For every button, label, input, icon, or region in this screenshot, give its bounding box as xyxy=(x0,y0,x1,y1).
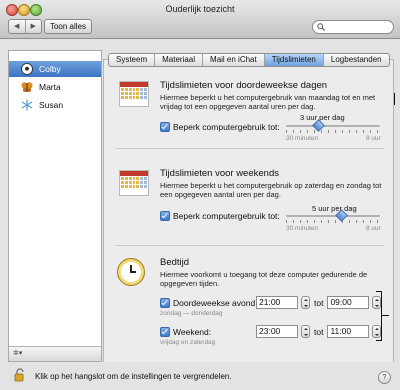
section-divider xyxy=(116,245,384,246)
weekday-bedtime-checkbox[interactable] xyxy=(160,298,170,308)
weekend-description-2: een opgegeven aantal uren per dag. xyxy=(160,190,281,199)
tot-label: tot xyxy=(314,326,324,337)
window-title: Ouderlijk toezicht xyxy=(165,4,235,14)
tot-label: tot xyxy=(314,297,324,308)
preferences-window: Ouderlijk toezicht ◀ ▶ Toon alles Colby … xyxy=(0,0,400,390)
user-name: Marta xyxy=(39,82,61,92)
callout-line xyxy=(381,315,389,316)
bracket-callout xyxy=(376,291,382,341)
weekday-limit-slider[interactable] xyxy=(286,119,380,133)
user-item-marta[interactable]: Marta xyxy=(9,79,101,95)
search-icon xyxy=(317,23,325,31)
tab-materiaal[interactable]: Materiaal xyxy=(155,54,204,66)
weekend-limit-label: Beperk computergebruik tot: xyxy=(173,211,280,221)
user-item-colby[interactable]: Colby xyxy=(9,61,101,77)
butterfly-icon xyxy=(21,81,33,93)
weekend-limit-row: Beperk computergebruik tot: xyxy=(160,211,280,221)
bedtime-description-1: Hiermee voorkomt u toegang tot deze comp… xyxy=(160,270,368,279)
user-name: Colby xyxy=(39,64,61,74)
help-button[interactable]: ? xyxy=(378,371,391,384)
weekday-bedtime-sub: zondag — donderdag xyxy=(160,310,223,317)
title-bar: Ouderlijk toezicht ◀ ▶ Toon alles xyxy=(0,0,400,39)
weekend-slider-min: 30 minuten xyxy=(286,225,319,232)
weekday-description-1: Hiermee beperkt u het computergebruik va… xyxy=(160,93,376,102)
lock-message: Klik op het hangslot om de instellingen … xyxy=(35,372,232,381)
user-item-susan[interactable]: Susan xyxy=(9,97,101,113)
gear-menu-button[interactable]: ✲▾ xyxy=(13,349,27,358)
clock-icon xyxy=(117,258,145,286)
sidebar-footer: ✲▾ xyxy=(9,346,101,361)
back-button[interactable]: ◀ xyxy=(9,20,26,33)
bedtime-description-2: opgegeven tijden. xyxy=(160,279,220,288)
weekday-to-field[interactable]: 09:00 xyxy=(327,296,370,309)
weekend-from-stepper[interactable] xyxy=(301,325,310,338)
weekday-bedtime-times: 21:00 tot 09:00 xyxy=(256,296,382,309)
weekend-bedtime-times: 23:00 tot 11:00 xyxy=(256,325,382,338)
tab-systeem[interactable]: Systeem xyxy=(109,54,156,66)
weekday-from-stepper[interactable] xyxy=(301,296,310,309)
weekend-limit-slider[interactable] xyxy=(286,209,380,223)
weekday-slider-max: 8 uur xyxy=(366,135,381,142)
weekend-bedtime-row: Weekend: xyxy=(160,327,211,337)
weekday-bedtime-label: Doordeweekse avond: xyxy=(173,298,258,308)
weekend-bedtime-checkbox[interactable] xyxy=(160,327,170,337)
bedtime-title: Bedtijd xyxy=(160,257,190,268)
user-list: Colby Marta Susan ✲▾ xyxy=(8,50,102,362)
weekend-bedtime-sub: vrijdag en zaterdag xyxy=(160,339,216,346)
footer-bar: Klik op het hangslot om de instellingen … xyxy=(0,362,400,390)
nav-buttons: ◀ ▶ xyxy=(8,19,42,34)
weekday-description-2: vrijdag tot een opgegeven aantal uren pe… xyxy=(160,102,316,111)
weekday-title: Tijdslimieten voor doordeweekse dagen xyxy=(160,80,328,91)
search-field[interactable] xyxy=(312,20,394,34)
weekend-from-field[interactable]: 23:00 xyxy=(256,325,298,338)
user-name: Susan xyxy=(39,100,64,110)
callout-line xyxy=(394,93,395,105)
lock-icon[interactable] xyxy=(14,368,26,382)
tab-tijdslimieten[interactable]: Tijdslimieten xyxy=(264,54,324,66)
weekday-limit-checkbox[interactable] xyxy=(160,122,170,132)
weekend-to-field[interactable]: 11:00 xyxy=(327,325,370,338)
weekday-slider-min: 30 minuten xyxy=(286,135,319,142)
show-all-button[interactable]: Toon alles xyxy=(44,19,92,34)
weekend-slider-max: 8 uur xyxy=(366,225,381,232)
weekend-limit-checkbox[interactable] xyxy=(160,211,170,221)
weekend-title: Tijdslimieten voor weekends xyxy=(160,168,279,179)
weekday-bedtime-row: Doordeweekse avond: xyxy=(160,298,258,308)
tab-mail-ichat[interactable]: Mail en iChat xyxy=(203,54,265,66)
snowflake-icon xyxy=(21,99,33,111)
weekday-limit-label: Beperk computergebruik tot: xyxy=(173,122,280,132)
weekend-bedtime-label: Weekend: xyxy=(173,327,212,337)
section-divider xyxy=(116,148,384,149)
weekend-description-1: Hiermee beperkt u het computergebruik op… xyxy=(160,181,382,190)
calendar-icon xyxy=(119,81,149,107)
tab-logbestanden[interactable]: Logbestanden xyxy=(324,54,389,66)
calendar-icon xyxy=(119,170,149,196)
tab-bar: Systeem Materiaal Mail en iChat Tijdslim… xyxy=(108,53,390,67)
weekday-limit-row: Beperk computergebruik tot: xyxy=(160,122,280,132)
weekday-from-field[interactable]: 21:00 xyxy=(256,296,298,309)
soccer-ball-icon xyxy=(21,63,33,75)
forward-button[interactable]: ▶ xyxy=(26,20,42,33)
